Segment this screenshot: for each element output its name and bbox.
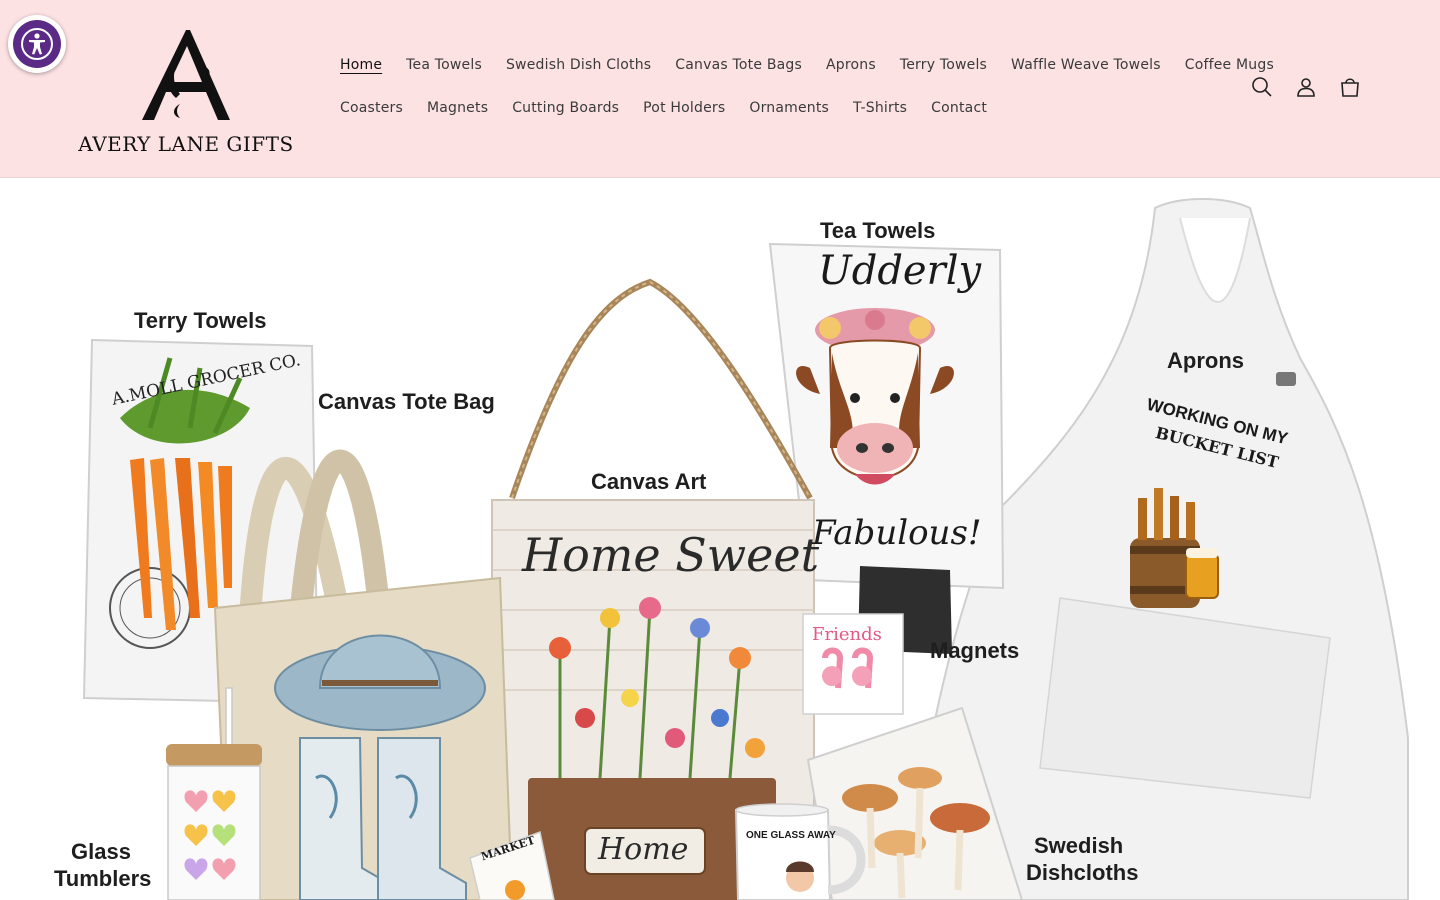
search-icon[interactable] bbox=[1250, 75, 1274, 99]
home-print: Home bbox=[598, 832, 689, 867]
nav-waffle-weave-towels[interactable]: Waffle Weave Towels bbox=[1011, 57, 1161, 73]
mug-print: ONE GLASS AWAY bbox=[746, 830, 836, 841]
label-terry-towels: Terry Towels bbox=[134, 308, 267, 333]
nav-terry-towels[interactable]: Terry Towels bbox=[900, 57, 987, 73]
nav-cutting-boards[interactable]: Cutting Boards bbox=[512, 100, 619, 116]
nav-contact[interactable]: Contact bbox=[931, 100, 987, 116]
account-icon[interactable] bbox=[1294, 75, 1318, 99]
primary-nav-row-2: Coasters Magnets Cutting Boards Pot Hold… bbox=[340, 100, 1011, 116]
nav-coasters[interactable]: Coasters bbox=[340, 100, 403, 116]
label-canvas-art: Canvas Art bbox=[591, 469, 707, 494]
label-magnets: Magnets bbox=[930, 638, 1020, 663]
nav-swedish-dish-cloths[interactable]: Swedish Dish Cloths bbox=[506, 57, 651, 73]
header-icons bbox=[1250, 75, 1362, 99]
cart-icon[interactable] bbox=[1338, 75, 1362, 99]
udderly-print: Udderly bbox=[818, 248, 982, 294]
brand-name: AVERY LANE GIFTS bbox=[78, 132, 294, 156]
nav-aprons[interactable]: Aprons bbox=[826, 57, 876, 73]
label-swedish: Swedish bbox=[1034, 833, 1124, 858]
hero-banner[interactable]: Tea Towels Terry Towels Canvas Tote Bag … bbox=[0, 178, 1440, 900]
primary-nav-row-1: Home Tea Towels Swedish Dish Cloths Canv… bbox=[340, 57, 1298, 73]
nav-magnets[interactable]: Magnets bbox=[427, 100, 488, 116]
nav-coffee-mugs[interactable]: Coffee Mugs bbox=[1185, 57, 1274, 73]
site-logo[interactable]: AVERY LANE GIFTS bbox=[68, 28, 304, 156]
home-sweet-print: Home Sweet bbox=[522, 528, 820, 582]
logo-letter-a bbox=[142, 30, 230, 120]
friends-print: Friends bbox=[812, 624, 882, 645]
label-tea-towels: Tea Towels bbox=[820, 218, 936, 243]
nav-home[interactable]: Home bbox=[340, 57, 382, 73]
label-aprons: Aprons bbox=[1167, 348, 1244, 373]
fabulous-print: Fabulous! bbox=[812, 513, 982, 553]
label-tumblers: Tumblers bbox=[54, 866, 152, 891]
nav-canvas-tote-bags[interactable]: Canvas Tote Bags bbox=[675, 57, 802, 73]
label-glass: Glass bbox=[71, 839, 131, 864]
nav-ornaments[interactable]: Ornaments bbox=[749, 100, 829, 116]
label-dishcloths: Dishcloths bbox=[1026, 860, 1139, 885]
accessibility-button[interactable] bbox=[8, 15, 66, 73]
nav-tea-towels[interactable]: Tea Towels bbox=[406, 57, 482, 73]
site-header: AVERY LANE GIFTS Home Tea Towels Swedish… bbox=[0, 0, 1440, 178]
nav-t-shirts[interactable]: T-Shirts bbox=[853, 100, 907, 116]
accessibility-icon bbox=[13, 20, 61, 68]
nav-pot-holders[interactable]: Pot Holders bbox=[643, 100, 725, 116]
label-canvas-tote-bag: Canvas Tote Bag bbox=[318, 389, 495, 414]
